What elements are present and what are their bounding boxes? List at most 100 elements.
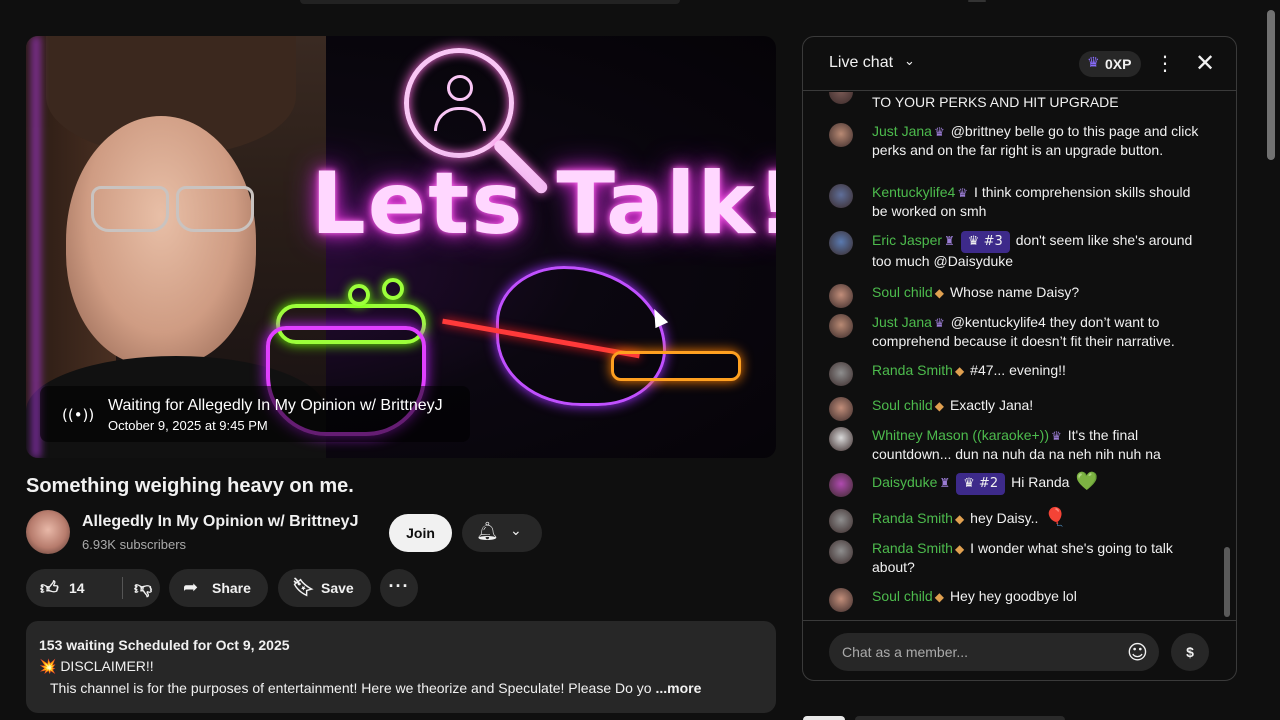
rank-badge: ♛ #3 [960, 231, 1010, 253]
chat-author[interactable]: Soul child [872, 284, 933, 300]
chat-message-body: Kentuckylife4 ♛ I think comprehension skil… [872, 184, 1209, 220]
avatar[interactable] [829, 123, 853, 147]
chat-scrollbar[interactable] [1224, 547, 1230, 617]
chat-message[interactable]: Soul child ◆ Whose name Daisy? [829, 284, 1209, 308]
chat-title[interactable]: Live chat [829, 54, 893, 72]
more-link[interactable]: ...more [652, 680, 701, 696]
broadcast-icon: ((•)) [62, 406, 95, 424]
save-button[interactable]: 🔖︎ Save [278, 569, 371, 607]
chat-message[interactable]: Just Jana ♛ @brittney belle go to this pag… [829, 123, 1209, 159]
chevron-down-icon[interactable]: ⌄ [904, 54, 915, 69]
video-title: Something weighing heavy on me. [26, 475, 354, 497]
like-count[interactable]: 14 [69, 580, 85, 596]
share-label: Share [212, 580, 251, 596]
avatar[interactable] [829, 509, 853, 533]
chat-message[interactable]: Randa Smith ◆ I wonder what she's going to… [829, 540, 1209, 576]
avatar[interactable] [829, 362, 853, 386]
chat-message[interactable]: Randa Smith ◆ #47... evening!! [829, 362, 1209, 386]
bubble [382, 278, 404, 300]
chat-messages: TO YOUR PERKS AND HIT UPGRADE Just Jana ♛ @… [803, 92, 1236, 619]
top-bar-icon-edge [968, 0, 986, 2]
member-badge-icon: ◆ [954, 364, 965, 378]
save-label: Save [321, 580, 354, 596]
chat-author[interactable]: Randa Smith [872, 362, 953, 378]
divider [122, 577, 123, 599]
avatar[interactable] [829, 231, 853, 255]
bell-icon: 🔔︎ [476, 521, 499, 542]
share-button[interactable]: ➦ Share [169, 569, 268, 607]
chat-author[interactable]: Kentuckylife4 [872, 184, 955, 200]
member-badge-icon: ◆ [954, 512, 965, 526]
chat-footer: Chat as a member... ☺ $ [803, 620, 1236, 680]
avatar[interactable] [829, 397, 853, 421]
live-chat-panel: Live chat ⌄ ♛ 0XP ⋮ ✕ TO YOUR PERKS AND … [802, 36, 1237, 681]
avatar[interactable] [829, 314, 853, 338]
chat-message[interactable]: Soul child ◆ Hey hey goodbye lol [829, 588, 1209, 612]
next-section-edge [803, 716, 845, 720]
thumbs-down-icon[interactable]: 👎︎ [134, 577, 152, 599]
video-player[interactable]: Lets Talk! ((•)) Waiting for Allegedly I… [26, 36, 776, 458]
emoji-icon[interactable]: ☺ [1127, 640, 1148, 664]
member-badge-icon: ♛ [933, 125, 945, 139]
chat-message-body: Soul child ◆ Whose name Daisy? [872, 284, 1209, 303]
xp-badge[interactable]: ♛ 0XP [1079, 51, 1141, 77]
chat-message-body: Soul child ◆ Hey hey goodbye lol [872, 588, 1209, 607]
chat-input[interactable]: Chat as a member... ☺ [829, 633, 1159, 671]
chat-message[interactable]: Just Jana ♛ @kentuckylife4 they don’t want… [829, 314, 1209, 350]
chat-author[interactable]: Whitney Mason ((karaoke+)) [872, 427, 1049, 443]
avatar[interactable] [829, 284, 853, 308]
chat-author[interactable]: Randa Smith [872, 510, 953, 526]
chat-message-body: TO YOUR PERKS AND HIT UPGRADE [872, 94, 1209, 112]
page-scrollbar[interactable] [1267, 10, 1275, 160]
more-actions-button[interactable]: ··· [380, 569, 418, 607]
notifications-button[interactable]: 🔔︎ ⌄ [462, 514, 542, 552]
chat-author[interactable]: Just Jana [872, 314, 932, 330]
avatar[interactable] [829, 184, 853, 208]
join-button[interactable]: Join [389, 514, 452, 552]
avatar[interactable] [829, 427, 853, 451]
top-search-bar-edge [300, 0, 680, 4]
chat-message[interactable]: Daisyduke ♜ ♛ #2 Hi Randa 💚 [829, 473, 1209, 497]
like-dislike-group: 👍︎ 14 👎︎ [26, 569, 160, 607]
chat-author[interactable]: Randa Smith [872, 540, 953, 556]
avatar[interactable] [829, 540, 853, 564]
chat-author[interactable]: Just Jana [872, 123, 932, 139]
chat-message-body: Just Jana ♛ @kentuckylife4 they don’t want… [872, 314, 1209, 350]
channel-avatar[interactable] [26, 510, 70, 554]
close-icon[interactable]: ✕ [1195, 49, 1215, 77]
chat-message-body: Randa Smith ◆ #47... evening!! [872, 362, 1209, 381]
broom-bristles [611, 351, 741, 381]
more-vert-icon[interactable]: ⋮ [1155, 51, 1175, 75]
avatar[interactable] [829, 588, 853, 612]
member-badge-icon: ◆ [934, 286, 944, 300]
chat-author[interactable]: Soul child [872, 588, 933, 604]
chat-message[interactable]: TO YOUR PERKS AND HIT UPGRADE [829, 92, 1209, 112]
avatar[interactable] [829, 92, 853, 104]
emoji-icon: 🎈 [1044, 507, 1067, 528]
chat-message[interactable]: Randa Smith ◆ hey Daisy.. 🎈 [829, 509, 1209, 533]
chat-message[interactable]: Whitney Mason ((karaoke+)) ♛ It's the fina… [829, 427, 1209, 463]
chat-message-body: Randa Smith ◆ hey Daisy.. 🎈 [872, 509, 1209, 529]
channel-name[interactable]: Allegedly In My Opinion w/ BrittneyJ [82, 513, 358, 531]
chat-author[interactable]: Daisyduke [872, 474, 937, 490]
waiting-date: October 9, 2025 at 9:45 PM [108, 418, 268, 433]
bubble [348, 284, 370, 306]
chat-author[interactable]: Soul child [872, 397, 933, 413]
member-badge-icon: ♜ [944, 234, 955, 248]
super-chat-button[interactable]: $ [1171, 633, 1209, 671]
chat-message[interactable]: Kentuckylife4 ♛ I think comprehension skil… [829, 184, 1209, 220]
member-badge-icon: ◆ [934, 590, 944, 604]
chat-header: Live chat ⌄ ♛ 0XP ⋮ ✕ [803, 37, 1236, 91]
chat-text: #47... evening!! [970, 362, 1066, 378]
description-box[interactable]: 153 waiting Scheduled for Oct 9, 2025 💥 … [26, 621, 776, 713]
thumbs-up-icon[interactable]: 👍︎ [40, 577, 59, 599]
chat-text: hey Daisy.. [970, 510, 1039, 526]
chat-message-body: Daisyduke ♜ ♛ #2 Hi Randa 💚 [872, 473, 1209, 495]
chat-message[interactable]: Soul child ◆ Exactly Jana! [829, 397, 1209, 421]
avatar[interactable] [829, 473, 853, 497]
chat-author[interactable]: Eric Jasper [872, 232, 942, 248]
member-badge-icon: ♛ [957, 186, 969, 200]
thumbnail-text: Lets Talk! [311, 154, 776, 254]
chat-message[interactable]: Eric Jasper ♜ ♛ #3 don't seem like she's ar… [829, 231, 1209, 270]
chat-text: Exactly Jana! [949, 397, 1034, 413]
